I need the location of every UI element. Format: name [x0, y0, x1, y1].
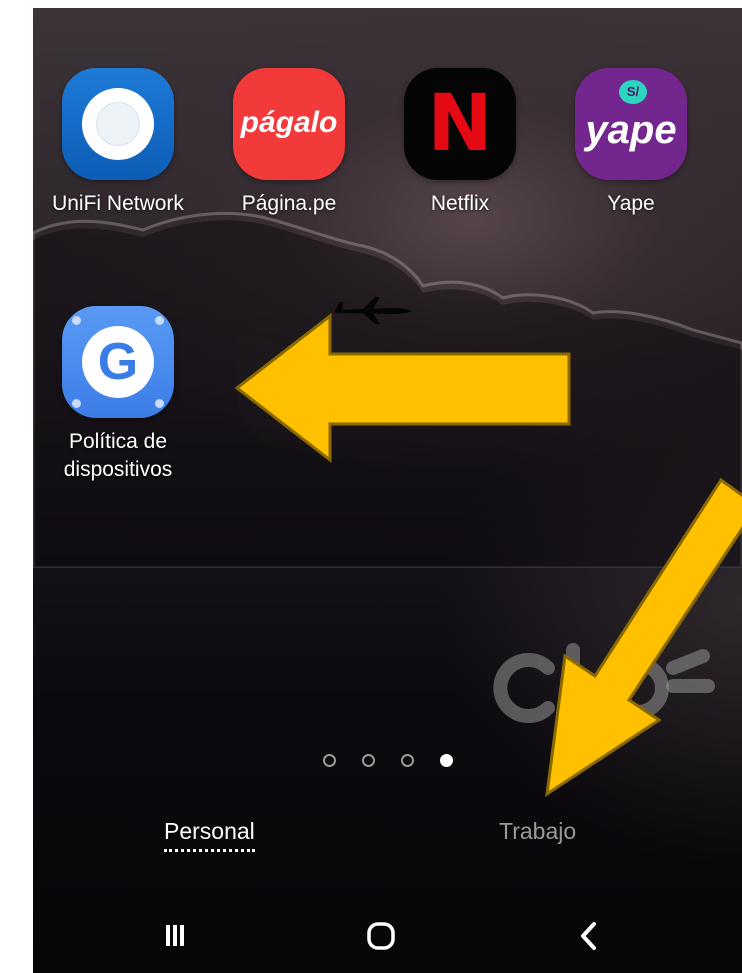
yape-icon-text: yape — [585, 108, 677, 152]
page-dot-4-active[interactable] — [439, 754, 453, 767]
app-label: Página.pe — [241, 192, 337, 215]
app-label: Netflix — [430, 192, 490, 215]
annotation-arrow-down-left — [545, 477, 742, 798]
navigation-bar — [33, 898, 742, 973]
yape-icon: S/ yape — [575, 68, 687, 180]
back-button[interactable] — [549, 898, 629, 973]
tab-trabajo-label: Trabajo — [499, 818, 577, 844]
app-label: UniFi Network — [52, 192, 184, 215]
page-dot-2[interactable] — [361, 754, 375, 767]
home-icon — [367, 922, 395, 950]
home-button[interactable] — [341, 898, 421, 973]
app-pagalo[interactable]: págalo Página.pe — [204, 68, 374, 218]
unifi-network-icon — [62, 68, 174, 180]
app-yape[interactable]: S/ yape Yape — [546, 68, 716, 218]
page-indicator[interactable] — [33, 754, 742, 767]
tab-personal[interactable]: Personal — [164, 816, 255, 852]
netflix-icon-letter: N — [427, 79, 493, 169]
profile-tabs: Personal Trabajo — [33, 816, 742, 866]
recents-icon — [166, 925, 184, 946]
app-label: Yape — [607, 192, 655, 215]
back-icon — [581, 922, 596, 950]
app-label: Política de dispositivos — [63, 430, 173, 481]
annotation-arrow-left — [234, 313, 571, 464]
page-dot-3[interactable] — [400, 754, 414, 767]
page-dot-1[interactable] — [322, 754, 336, 767]
recents-button[interactable] — [135, 898, 215, 973]
pagalo-icon-text: págalo — [240, 106, 338, 139]
tab-trabajo[interactable]: Trabajo — [499, 816, 576, 846]
tab-selected-underline — [164, 848, 255, 852]
device-policy-icon: G — [62, 306, 174, 418]
app-politica-de-dispositivos[interactable]: G Política de dispositivos — [33, 306, 203, 484]
app-unifi-network[interactable]: UniFi Network — [33, 68, 203, 218]
home-screen: UniFi Network págalo Página.pe N Netflix… — [33, 8, 742, 973]
pagalo-icon: págalo — [233, 68, 345, 180]
tab-personal-label: Personal — [164, 818, 255, 844]
app-netflix[interactable]: N Netflix — [375, 68, 545, 218]
netflix-icon: N — [404, 68, 516, 180]
yape-currency-bubble: S/ — [619, 80, 647, 104]
google-g-letter: G — [82, 326, 154, 398]
